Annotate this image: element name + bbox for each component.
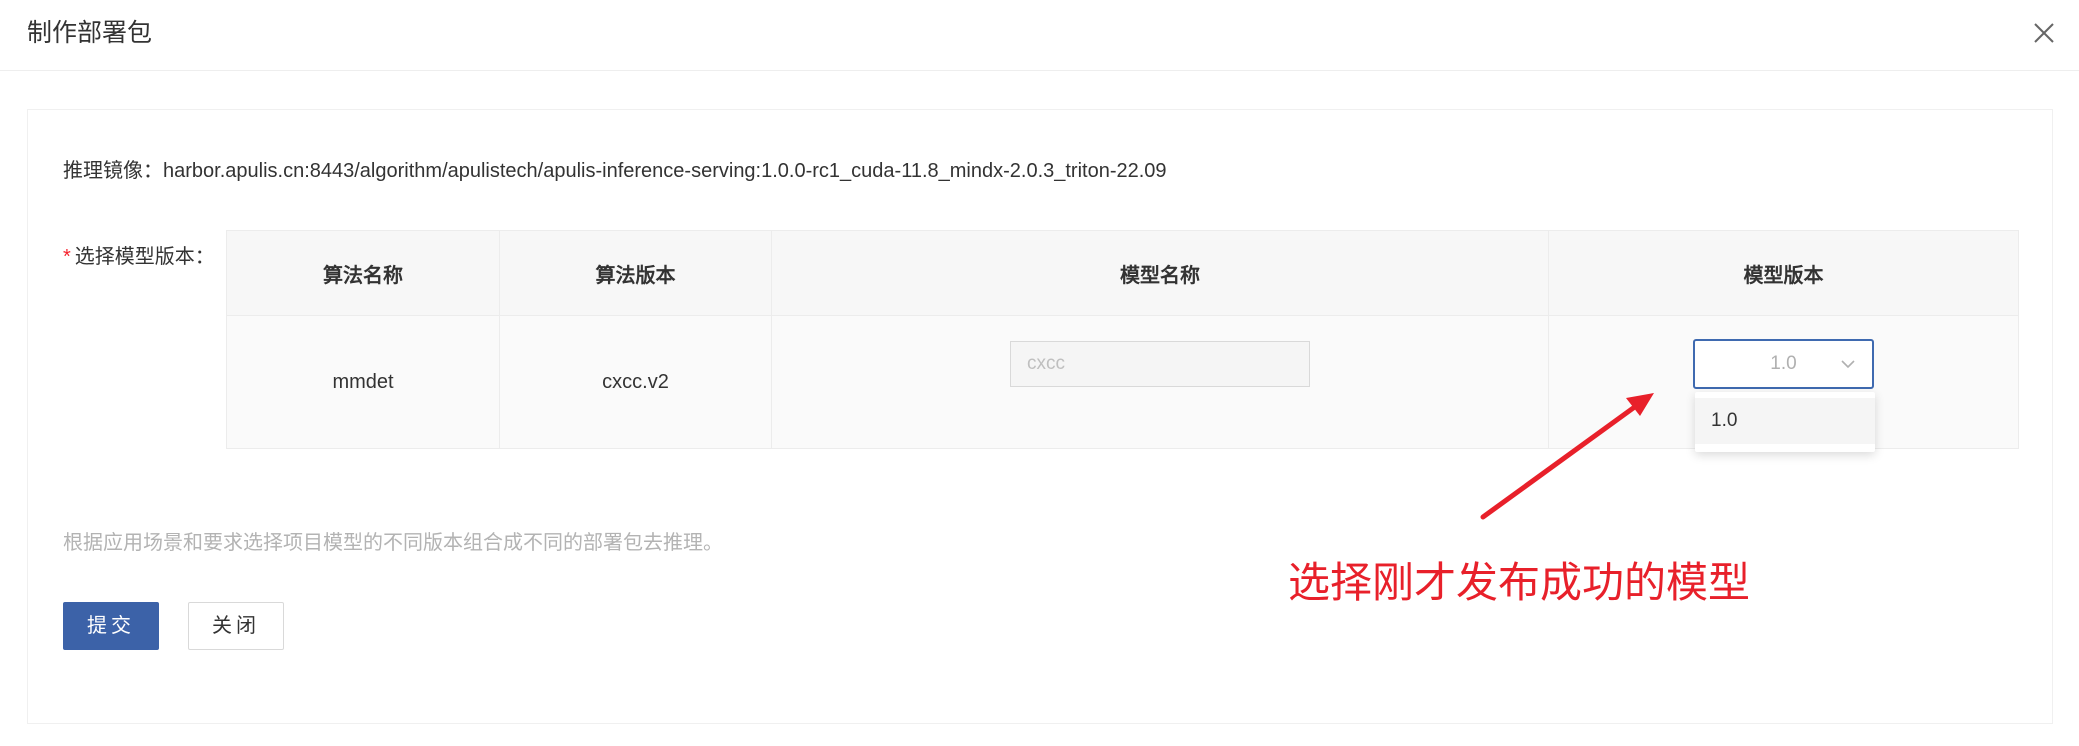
model-version-label-text: 选择模型版本： <box>74 246 215 268</box>
dropdown-option[interactable]: 1.0 <box>1695 398 1875 444</box>
header-model-name: 模型名称 <box>771 230 1549 316</box>
model-version-select-value: 1.0 <box>1770 353 1797 374</box>
dialog-title: 制作部署包 <box>27 19 153 47</box>
model-version-field-label: * 选择模型版本： <box>63 242 215 272</box>
deploy-package-dialog: 制作部署包 推理镜像：harbor.apulis.cn:8443/algorit… <box>0 0 2079 746</box>
cell-algorithm-name: mmdet <box>226 315 500 449</box>
header-algorithm-version: 算法版本 <box>499 230 772 316</box>
inference-image-value: harbor.apulis.cn:8443/algorithm/apuliste… <box>163 160 1167 182</box>
chevron-down-icon <box>1841 360 1855 369</box>
inference-image-row: 推理镜像：harbor.apulis.cn:8443/algorithm/apu… <box>63 156 1167 186</box>
inference-image-label: 推理镜像： <box>63 160 163 182</box>
model-version-select[interactable]: 1.0 <box>1693 339 1874 389</box>
cell-algorithm-version: cxcc.v2 <box>499 315 772 449</box>
header-model-version: 模型版本 <box>1548 230 2019 316</box>
close-icon <box>2034 23 2054 43</box>
close-button[interactable] <box>2029 18 2059 48</box>
model-name-input: cxcc <box>1010 341 1310 387</box>
header-algorithm-name: 算法名称 <box>226 230 500 316</box>
model-version-dropdown: 1.0 <box>1695 392 1875 452</box>
table-header-row: 算法名称 算法版本 模型名称 模型版本 <box>226 230 2019 316</box>
hint-text: 根据应用场景和要求选择项目模型的不同版本组合成不同的部署包去推理。 <box>63 532 723 554</box>
annotation-text: 选择刚才发布成功的模型 <box>1288 559 1751 606</box>
close-dialog-button[interactable]: 关闭 <box>188 602 284 650</box>
dialog-header: 制作部署包 <box>0 0 2079 71</box>
cell-model-name: cxcc <box>771 315 1549 449</box>
required-mark: * <box>63 246 71 268</box>
submit-button[interactable]: 提交 <box>63 602 159 650</box>
